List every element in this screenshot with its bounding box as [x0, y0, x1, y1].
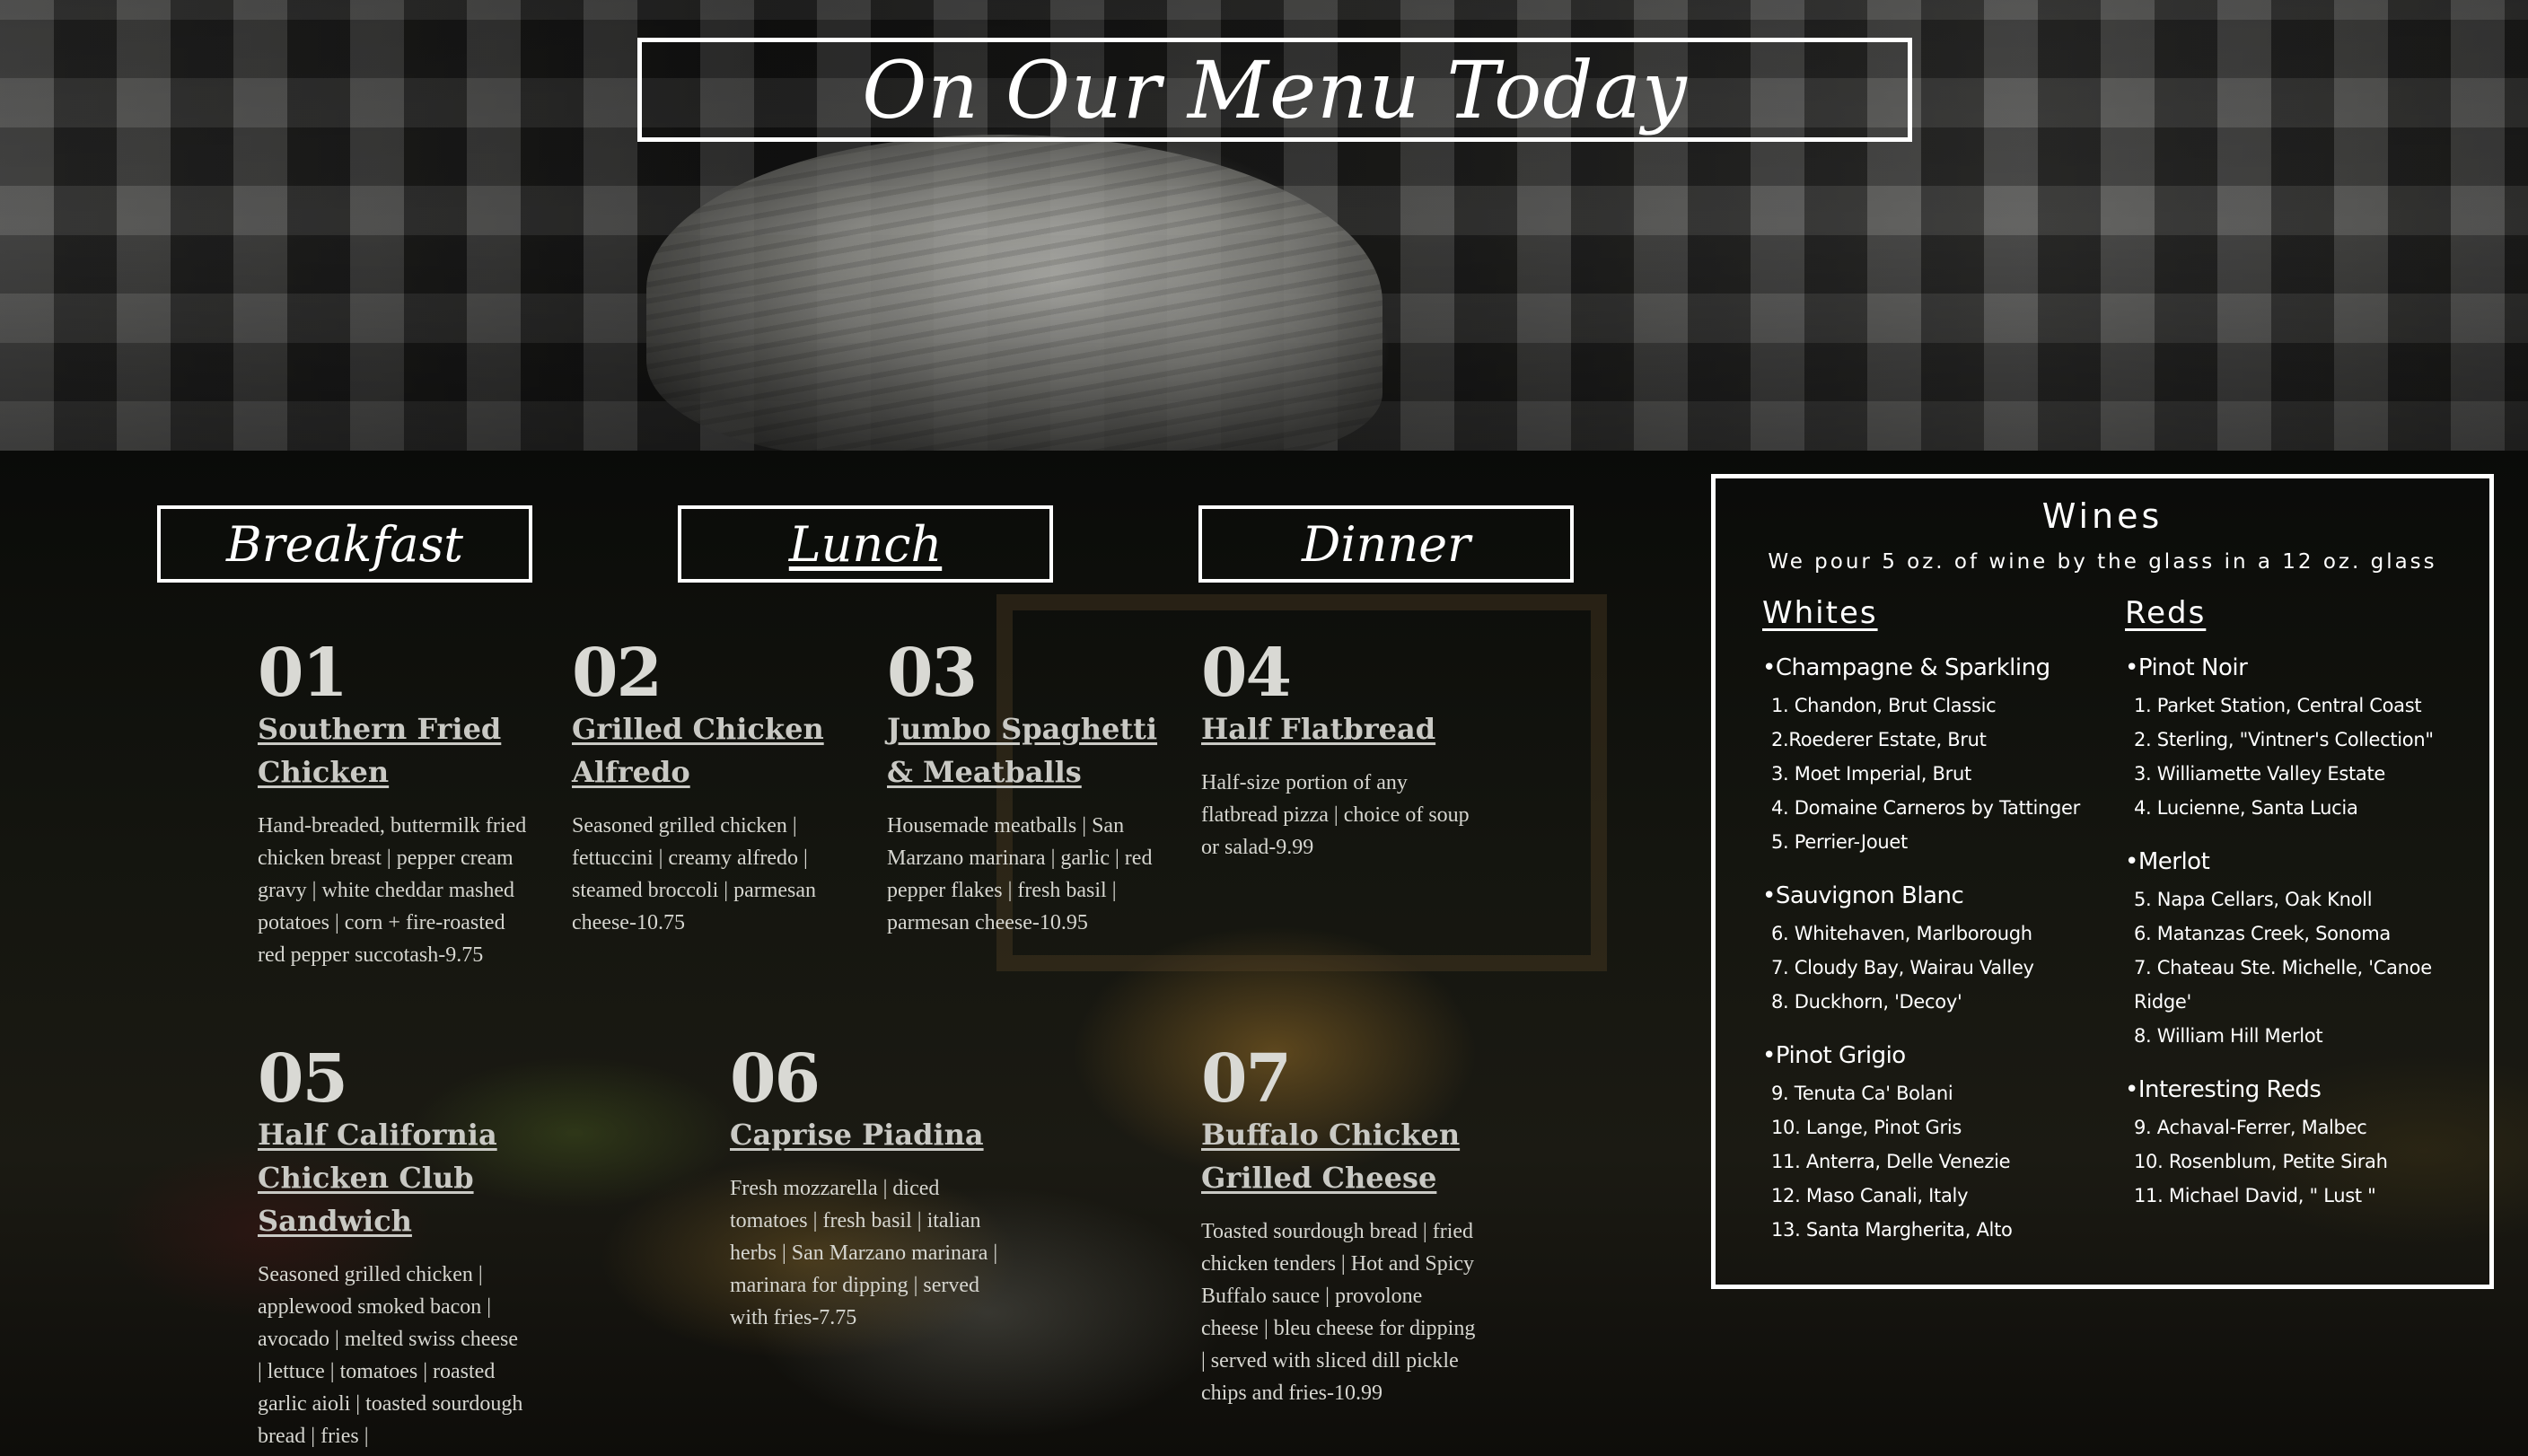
menu-item: 07 Buffalo Chicken Grilled Cheese Toaste… [1201, 1045, 1479, 1409]
wine-group: Champagne & Sparkling 1. Chandon, Brut C… [1762, 654, 2112, 859]
wine-item: 7. Cloudy Bay, Wairau Valley [1771, 957, 2034, 978]
menu-item: 06 Caprise Piadina Fresh mozzarella | di… [730, 1045, 999, 1334]
wine-item: 6. Matanzas Creek, Sonoma [2134, 923, 2391, 944]
tab-breakfast-label: Breakfast [226, 515, 463, 573]
tab-lunch[interactable]: Lunch [678, 505, 1053, 583]
item-number: 06 [730, 1040, 821, 1118]
wine-group: Pinot Grigio 9. Tenuta Ca' Bolani 10. La… [1762, 1042, 2112, 1247]
wine-item: 10. Rosenblum, Petite Sirah [2134, 1151, 2388, 1172]
wine-item: 11. Anterra, Delle Venezie [1771, 1151, 2011, 1172]
page-title: On Our Menu Today [862, 43, 1688, 136]
item-name-link[interactable]: Jumbo Spaghetti & Meatballs [887, 707, 1165, 794]
item-name-link[interactable]: Southern Fried Chicken [258, 707, 527, 794]
wines-panel: Wines We pour 5 oz. of wine by the glass… [1711, 474, 2494, 1289]
wine-item: 4. Lucienne, Santa Lucia [2134, 797, 2358, 819]
wine-item: 13. Santa Margherita, Alto [1771, 1219, 2013, 1241]
tab-dinner[interactable]: Dinner [1198, 505, 1574, 583]
menu-item: 02 Grilled Chicken Alfredo Seasoned gril… [572, 639, 841, 939]
wine-item: 10. Lange, Pinot Gris [1771, 1117, 1962, 1138]
wine-group-title: Champagne & Sparkling [1762, 654, 2112, 681]
menu-item: 05 Half California Chicken Club Sandwich… [258, 1045, 527, 1452]
wine-item: 7. Chateau Ste. Michelle, 'Canoe Ridge' [2134, 957, 2432, 1013]
item-description: Housemade meatballs | San Marzano marina… [887, 814, 1153, 934]
item-description: Seasoned grilled chicken | applewood smo… [258, 1263, 523, 1448]
item-description: Half-size portion of any flatbread pizza… [1201, 771, 1470, 859]
item-number: 01 [258, 635, 348, 712]
wine-item: 2.Roederer Estate, Brut [1771, 729, 1987, 750]
wine-item: 9. Tenuta Ca' Bolani [1771, 1083, 1953, 1104]
item-description: Seasoned grilled chicken | fettuccini | … [572, 814, 817, 934]
wines-note: We pour 5 oz. of wine by the glass in a … [1768, 550, 2437, 574]
item-name-link[interactable]: Half California Chicken Club Sandwich [258, 1113, 527, 1242]
wine-group-title: Merlot [2125, 848, 2475, 875]
wine-item: 4. Domaine Carneros by Tattinger [1771, 797, 2081, 819]
menu-item: 04 Half Flatbread Half-size portion of a… [1201, 639, 1479, 864]
wine-group: Merlot 5. Napa Cellars, Oak Knoll 6. Mat… [2125, 848, 2475, 1053]
wine-item: 12. Maso Canali, Italy [1771, 1185, 1969, 1206]
whites-column: Whites Champagne & Sparkling 1. Chandon,… [1762, 595, 2112, 1270]
wine-item: 9. Achaval-Ferrer, Malbec [2134, 1117, 2367, 1138]
item-description: Hand-breaded, buttermilk fried chicken b… [258, 814, 527, 967]
wine-item: 3. Moet Imperial, Brut [1771, 763, 1971, 785]
item-number: 03 [887, 635, 978, 712]
item-name-link[interactable]: Buffalo Chicken Grilled Cheese [1201, 1113, 1479, 1199]
tab-lunch-label: Lunch [788, 515, 943, 573]
wine-group-title: Sauvignon Blanc [1762, 882, 2112, 909]
item-description: Toasted sourdough bread | fried chicken … [1201, 1220, 1476, 1405]
wine-item: 1. Chandon, Brut Classic [1771, 695, 1997, 716]
item-number: 04 [1201, 635, 1292, 712]
tab-breakfast[interactable]: Breakfast [157, 505, 532, 583]
wine-group-title: Interesting Reds [2125, 1076, 2475, 1103]
wine-item: 2. Sterling, "Vintner's Collection" [2134, 729, 2434, 750]
menu-item: 03 Jumbo Spaghetti & Meatballs Housemade… [887, 639, 1165, 939]
item-name-link[interactable]: Half Flatbread [1201, 707, 1479, 750]
page-title-box: On Our Menu Today [637, 38, 1912, 142]
item-number: 07 [1201, 1040, 1292, 1118]
wine-item: 11. Michael David, " Lust " [2134, 1185, 2376, 1206]
menu-item: 01 Southern Fried Chicken Hand-breaded, … [258, 639, 527, 971]
wine-item: 5. Perrier-Jouet [1771, 831, 1908, 853]
wine-item: 8. Duckhorn, 'Decoy' [1771, 991, 1962, 1013]
reds-column: Reds Pinot Noir 1. Parket Station, Centr… [2125, 595, 2475, 1236]
wine-group-title: Pinot Grigio [1762, 1042, 2112, 1069]
hero-banner: On Our Menu Today [0, 0, 2528, 451]
wine-group: Sauvignon Blanc 6. Whitehaven, Marlborou… [1762, 882, 2112, 1019]
whites-heading: Whites [1762, 595, 1878, 631]
wine-group: Pinot Noir 1. Parket Station, Central Co… [2125, 654, 2475, 825]
item-number: 05 [258, 1040, 348, 1118]
item-description: Fresh mozzarella | diced tomatoes | fres… [730, 1177, 998, 1329]
wine-item: 6. Whitehaven, Marlborough [1771, 923, 2032, 944]
wine-item: 3. Williamette Valley Estate [2134, 763, 2386, 785]
wine-group-title: Pinot Noir [2125, 654, 2475, 681]
wine-item: 8. William Hill Merlot [2134, 1025, 2323, 1047]
wines-title: Wines [2041, 496, 2164, 536]
wine-item: 1. Parket Station, Central Coast [2134, 695, 2422, 716]
item-name-link[interactable]: Caprise Piadina [730, 1113, 999, 1156]
tab-dinner-label: Dinner [1302, 515, 1470, 573]
item-number: 02 [572, 635, 663, 712]
reds-heading: Reds [2125, 595, 2207, 631]
wine-item: 5. Napa Cellars, Oak Knoll [2134, 889, 2373, 910]
item-name-link[interactable]: Grilled Chicken Alfredo [572, 707, 841, 794]
wine-group: Interesting Reds 9. Achaval-Ferrer, Malb… [2125, 1076, 2475, 1213]
